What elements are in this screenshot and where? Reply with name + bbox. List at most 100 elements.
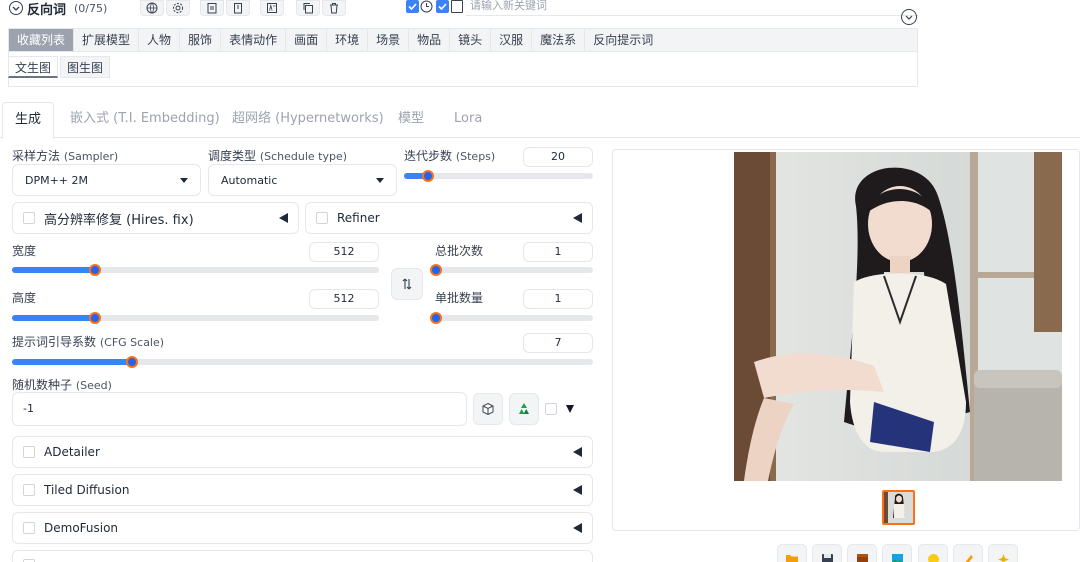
height-label: 高度 [12, 291, 37, 305]
slider-thumb[interactable] [126, 356, 139, 368]
expand-triangle-icon[interactable] [279, 213, 288, 223]
expand-chevron-icon[interactable] [901, 9, 917, 25]
face-icon[interactable] [918, 544, 948, 562]
tiled-diffusion-label: Tiled Diffusion [44, 483, 130, 497]
adetailer-checkbox[interactable] [23, 446, 35, 458]
tiled-diffusion-checkbox[interactable] [23, 484, 35, 496]
folder-icon[interactable] [777, 544, 807, 562]
sub-tab-img2img[interactable]: 图生图 [60, 56, 111, 78]
category-tab[interactable]: 环境 [327, 29, 369, 51]
image-thumbnail[interactable] [882, 490, 915, 525]
slider-thumb[interactable] [88, 264, 101, 276]
schedule-dropdown[interactable]: Automatic [208, 164, 397, 196]
expand-triangle-icon[interactable] [573, 523, 582, 533]
cfg-slider[interactable] [12, 356, 593, 368]
height-input[interactable]: 512 [309, 289, 379, 309]
category-tab[interactable]: 场景 [368, 29, 410, 51]
tab-generate[interactable]: 生成 [2, 102, 55, 139]
batch-count-input[interactable]: 1 [523, 242, 593, 262]
width-label: 宽度 [12, 244, 37, 258]
random-seed-button[interactable] [473, 393, 503, 425]
expand-triangle-icon[interactable] [573, 213, 582, 223]
cfg-input[interactable]: 7 [523, 333, 593, 353]
category-tab[interactable]: 人物 [139, 29, 181, 51]
tab-embedding[interactable]: 嵌入式 (T.I. Embedding) [70, 102, 220, 138]
steps-slider[interactable] [404, 170, 593, 182]
category-tab[interactable]: 魔法系 [532, 29, 586, 51]
pencil-icon[interactable] [953, 544, 983, 562]
category-tab[interactable]: 表情动作 [221, 29, 287, 51]
reuse-seed-button[interactable] [509, 393, 539, 425]
expand-triangle-icon[interactable] [573, 447, 582, 457]
token-counter: (0/75) [74, 1, 108, 15]
slider-thumb[interactable] [422, 170, 435, 182]
adetailer-accordion[interactable]: ADetailer [12, 436, 593, 468]
collapse-chevron-icon[interactable] [9, 1, 23, 15]
expand-triangle-icon[interactable] [573, 485, 582, 495]
tab-models[interactable]: 模型 [398, 102, 424, 138]
save-icon[interactable] [812, 544, 842, 562]
image-icon[interactable] [882, 544, 912, 562]
extra-seed-toggle-icon[interactable] [566, 405, 574, 413]
category-tab[interactable]: 物品 [409, 29, 451, 51]
category-tab[interactable]: 扩展模型 [74, 29, 140, 51]
batch-size-input[interactable]: 1 [523, 289, 593, 309]
translate-icon[interactable] [260, 0, 284, 16]
schedule-label: 调度类型 (Schedule type) [208, 149, 348, 163]
globe-icon[interactable] [140, 0, 164, 16]
negative-prompt-title: 反向词 [27, 2, 67, 18]
steps-input[interactable]: 20 [523, 147, 593, 167]
next-extension-accordion[interactable] [12, 550, 593, 562]
bookmark-icon[interactable] [226, 0, 250, 16]
extra-seed-checkbox[interactable] [545, 403, 557, 415]
gear-icon[interactable] [166, 0, 190, 16]
hires-fix-accordion[interactable]: 高分辨率修复 (Hires. fix) [12, 202, 299, 234]
paste-icon[interactable] [200, 0, 224, 16]
swap-arrows-icon [402, 278, 412, 290]
trash-icon[interactable] [322, 0, 346, 16]
batch-count-slider[interactable] [430, 264, 593, 276]
tiled-diffusion-accordion[interactable]: Tiled Diffusion [12, 474, 593, 506]
slider-thumb[interactable] [430, 264, 442, 276]
archive-icon[interactable] [847, 544, 877, 562]
width-input[interactable]: 512 [309, 242, 379, 262]
batch-size-slider[interactable] [430, 312, 593, 324]
slider-thumb[interactable] [430, 312, 442, 324]
keyword-input[interactable]: 请输入新关键词 [466, 0, 918, 16]
sampler-dropdown[interactable]: DPM++ 2M [12, 164, 201, 196]
tab-hypernetworks[interactable]: 超网络 (Hypernetworks) [232, 102, 384, 138]
seed-input[interactable]: -1 [12, 392, 467, 426]
category-tab[interactable]: 镜头 [450, 29, 492, 51]
tab-lora[interactable]: Lora [454, 102, 482, 138]
checkbox-checked[interactable] [406, 0, 419, 13]
document-icon[interactable] [451, 0, 463, 13]
copy-icon[interactable] [296, 0, 320, 16]
slider-thumb[interactable] [88, 312, 101, 324]
history-icon[interactable] [420, 0, 433, 16]
refiner-accordion[interactable]: Refiner [305, 202, 593, 234]
checkbox-checked[interactable] [436, 0, 449, 13]
category-tab[interactable]: 画面 [286, 29, 328, 51]
demofusion-accordion[interactable]: DemoFusion [12, 512, 593, 544]
category-tab[interactable]: 汉服 [491, 29, 533, 51]
hires-fix-checkbox[interactable] [23, 212, 35, 224]
swap-dimensions-button[interactable] [391, 268, 423, 300]
demofusion-checkbox[interactable] [23, 522, 35, 534]
sampler-value: DPM++ 2M [25, 173, 89, 187]
main-tabs: 生成 嵌入式 (T.I. Embedding) 超网络 (Hypernetwor… [0, 102, 1080, 139]
category-tabs: 收藏列表 扩展模型 人物 服饰 表情动作 画面 环境 场景 物品 镜头 汉服 魔… [8, 28, 918, 52]
category-tab[interactable]: 服饰 [180, 29, 222, 51]
demofusion-label: DemoFusion [44, 521, 119, 535]
sparkle-icon[interactable] [988, 544, 1018, 562]
schedule-value: Automatic [221, 173, 278, 187]
generated-image[interactable] [734, 152, 1062, 481]
category-tab[interactable]: 收藏列表 [9, 29, 75, 51]
sub-tab-txt2img[interactable]: 文生图 [8, 56, 59, 78]
adetailer-label: ADetailer [44, 445, 100, 459]
refiner-label: Refiner [337, 211, 380, 225]
refiner-checkbox[interactable] [316, 212, 328, 224]
negative-prompt-header: 反向词 (0/75) [9, 0, 108, 18]
width-slider[interactable] [12, 264, 379, 276]
category-tab[interactable]: 反向提示词 [585, 29, 661, 51]
height-slider[interactable] [12, 312, 379, 324]
